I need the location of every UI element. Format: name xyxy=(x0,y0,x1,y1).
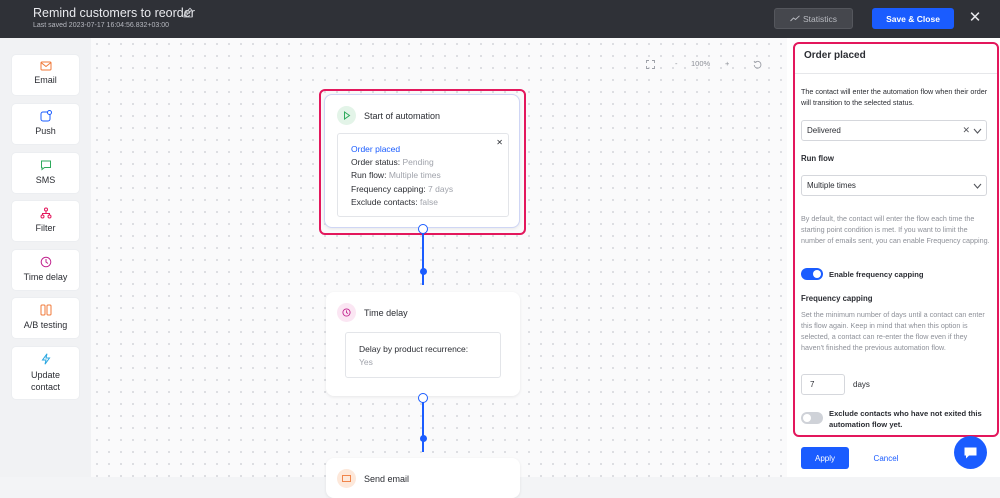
panel-title: Order placed xyxy=(804,50,866,61)
detail-row: Order status: Pending xyxy=(351,157,434,168)
frequency-capping-toggle-label: Enable frequency capping xyxy=(829,270,924,279)
filter-icon xyxy=(40,207,51,219)
cancel-button[interactable]: Cancel xyxy=(866,447,906,469)
tool-label: Push xyxy=(35,126,56,136)
days-unit-label: days xyxy=(853,380,870,389)
connector-line xyxy=(422,402,424,452)
tool-push[interactable]: Push xyxy=(12,104,79,144)
divider xyxy=(795,73,997,74)
tool-email[interactable]: Email xyxy=(12,55,79,95)
tool-sidebar: Email Push SMS Filter Time delay A/B tes… xyxy=(0,38,91,477)
clear-icon[interactable]: ✕ xyxy=(962,125,970,136)
close-icon[interactable]: ✕ xyxy=(966,9,984,27)
days-input[interactable]: 7 xyxy=(801,374,845,395)
ab-test-icon xyxy=(40,304,51,316)
tool-label: Email xyxy=(34,75,57,85)
chevron-down-icon xyxy=(973,183,982,189)
tool-label: Update contact xyxy=(30,370,61,392)
statistics-label: Statistics xyxy=(802,13,837,24)
connector-handle[interactable] xyxy=(418,224,428,234)
clock-icon xyxy=(40,256,51,268)
statistics-button[interactable]: Statistics xyxy=(774,8,853,29)
exclude-contacts-toggle[interactable] xyxy=(801,412,823,424)
chat-bubble-icon xyxy=(964,447,977,458)
run-flow-select[interactable]: Multiple times xyxy=(801,175,987,196)
time-delay-node[interactable]: Time delay Delay by product recurrence: … xyxy=(326,292,520,396)
delay-value: Yes xyxy=(359,357,373,368)
connector-line xyxy=(422,233,424,285)
connector-dot[interactable] xyxy=(419,435,427,442)
apply-button[interactable]: Apply xyxy=(801,447,849,469)
frequency-capping-label: Frequency capping xyxy=(801,294,873,303)
send-email-title: Send email xyxy=(364,473,410,484)
envelope-icon xyxy=(40,61,51,71)
run-flow-label: Run flow xyxy=(801,154,834,163)
detail-row: Run flow: Multiple times xyxy=(351,170,441,181)
tool-update-contact[interactable]: Update contact xyxy=(12,347,79,399)
detail-row: Exclude contacts: false xyxy=(351,196,438,207)
chat-icon xyxy=(40,160,51,171)
tool-label: Time delay xyxy=(23,272,68,282)
start-node[interactable]: Start of automation ✕ Order placed Order… xyxy=(324,94,520,228)
remove-icon[interactable]: ✕ xyxy=(496,136,503,149)
clock-icon xyxy=(337,303,356,322)
default-note: By default, the contact will enter the f… xyxy=(801,214,990,245)
tool-filter[interactable]: Filter xyxy=(12,201,79,241)
tool-label: SMS xyxy=(35,175,56,185)
save-close-button[interactable]: Save & Close xyxy=(872,8,954,29)
top-bar: Remind customers to reorder Last saved 2… xyxy=(0,0,1000,38)
exclude-contacts-label: Exclude contacts who have not exited thi… xyxy=(829,409,982,429)
zoom-in-button[interactable]: + xyxy=(725,59,729,68)
tool-time-delay[interactable]: Time delay xyxy=(12,250,79,290)
push-icon xyxy=(40,110,52,122)
order-status-value: Delivered xyxy=(807,126,841,135)
start-node-title: Start of automation xyxy=(364,110,441,121)
support-chat-button[interactable] xyxy=(954,436,987,469)
connector-handle[interactable] xyxy=(418,393,428,403)
time-delay-title: Time delay xyxy=(364,307,408,318)
pencil-icon[interactable] xyxy=(182,6,194,18)
tool-label: Filter xyxy=(35,223,56,233)
connector-dot[interactable] xyxy=(419,268,427,275)
trigger-name: Order placed xyxy=(351,144,401,154)
order-status-select[interactable]: Delivered ✕ xyxy=(801,120,987,141)
frequency-capping-toggle[interactable] xyxy=(801,268,823,280)
reset-icon[interactable] xyxy=(753,60,762,69)
tool-ab-testing[interactable]: A/B testing xyxy=(12,298,79,338)
time-delay-details[interactable]: Delay by product recurrence: Yes xyxy=(345,332,501,378)
lightning-icon xyxy=(41,353,50,365)
tool-sms[interactable]: SMS xyxy=(12,153,79,193)
run-flow-value: Multiple times xyxy=(807,181,856,190)
zoom-out-button[interactable]: - xyxy=(675,59,678,68)
trend-icon xyxy=(790,15,800,22)
delay-key: Delay by product recurrence: xyxy=(359,344,469,354)
send-email-node[interactable]: Send email xyxy=(326,458,520,498)
play-icon xyxy=(337,106,356,125)
panel-intro-text: The contact will enter the automation fl… xyxy=(801,87,988,107)
zoom-level: 100% xyxy=(691,59,711,68)
envelope-icon xyxy=(337,469,356,488)
flow-title: Remind customers to reorder xyxy=(33,6,195,20)
detail-row: Frequency capping: 7 days xyxy=(351,183,454,194)
frequency-capping-note: Set the minimum number of days until a c… xyxy=(801,310,985,352)
tool-label: A/B testing xyxy=(23,320,68,330)
chevron-down-icon xyxy=(973,128,982,134)
fullscreen-icon[interactable] xyxy=(646,60,655,69)
start-node-details[interactable]: ✕ Order placed Order status: Pending Run… xyxy=(337,133,509,217)
last-saved-text: Last saved 2023-07-17 16:04:56.832+03:00 xyxy=(33,22,170,29)
